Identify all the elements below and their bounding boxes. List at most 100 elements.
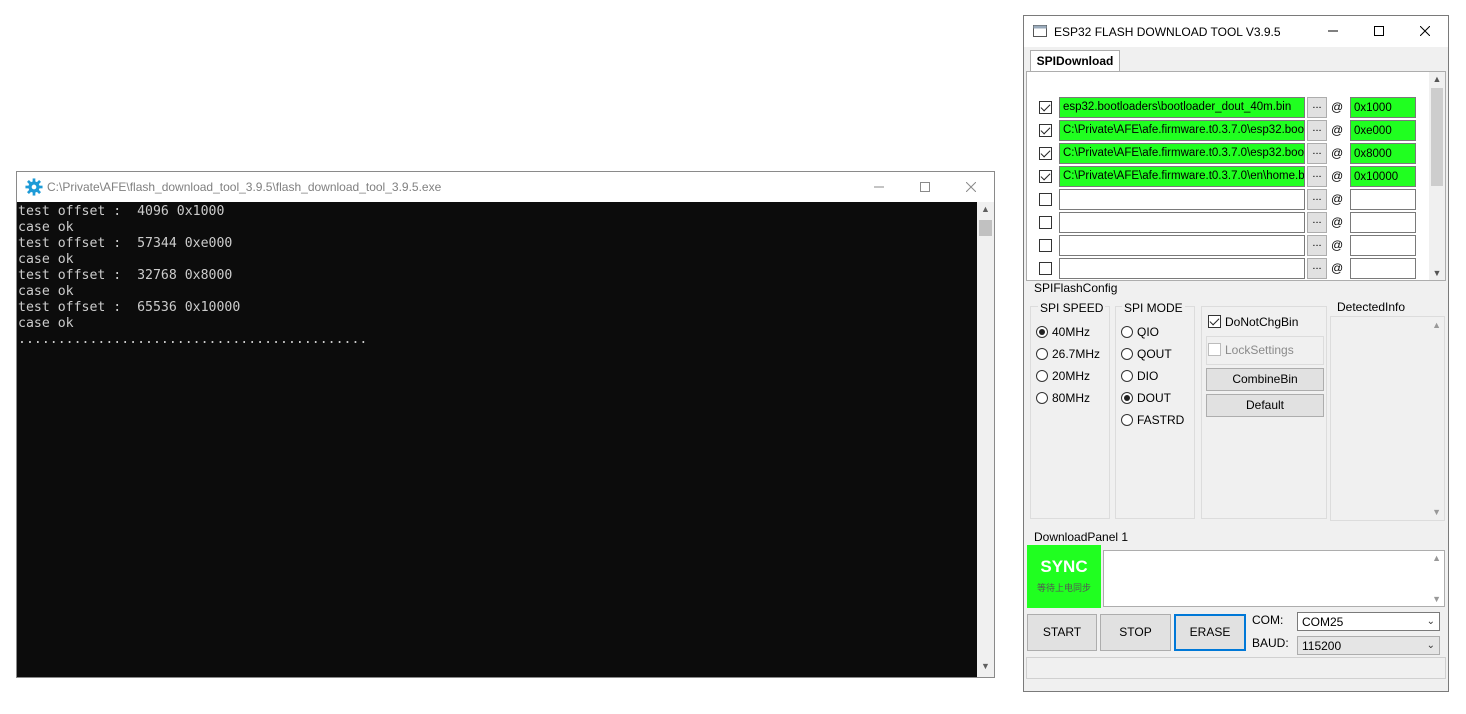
browse-button[interactable]: ... [1307,166,1327,187]
tool-minimize-button[interactable] [1310,16,1356,46]
scroll-up-icon[interactable]: ▲ [1432,553,1441,563]
maximize-button[interactable] [902,172,948,202]
chevron-down-icon: ⌄ [1426,640,1435,651]
combine-bin-button[interactable]: CombineBin [1206,368,1324,391]
console-line: case ok [18,316,74,331]
spi-mode-option-dout[interactable]: DOUT [1121,390,1191,406]
lock-settings-checkbox: LockSettings [1208,342,1318,358]
default-button[interactable]: Default [1206,394,1324,417]
spi-mode-option-qout[interactable]: QOUT [1121,346,1191,362]
spi-mode-option-qio[interactable]: QIO [1121,324,1191,340]
file-path-input[interactable]: C:\Private\AFE\afe.firmware.t0.3.7.0\esp… [1059,120,1305,141]
file-path-input[interactable] [1059,212,1305,233]
sync-title: SYNC [1040,557,1088,576]
console-line: test offset : 57344 0xe000 [18,236,233,251]
esp32-tool-window: ESP32 FLASH DOWNLOAD TOOL V3.9.5 SPIDown… [1023,15,1449,692]
do-not-chg-bin-checkbox[interactable]: DoNotChgBin [1208,314,1324,330]
file-path-input[interactable]: C:\Private\AFE\afe.firmware.t0.3.7.0\esp… [1059,143,1305,164]
at-label: @ [1331,123,1344,137]
scroll-up-icon[interactable]: ▲ [977,204,994,218]
file-list-scrollbar[interactable]: ▲ ▼ [1429,72,1445,280]
scroll-thumb[interactable] [1431,88,1443,186]
scroll-up-icon[interactable]: ▲ [1429,74,1445,84]
start-button[interactable]: START [1027,614,1097,651]
console-line: case ok [18,252,74,267]
radio [1121,370,1133,382]
browse-button[interactable]: ... [1307,258,1327,279]
file-path-input[interactable] [1059,235,1305,256]
browse-button[interactable]: ... [1307,212,1327,233]
browse-button[interactable]: ... [1307,120,1327,141]
at-label: @ [1331,192,1344,206]
download-panel-label: DownloadPanel 1 [1034,530,1129,544]
radio [1121,326,1133,338]
close-button[interactable] [948,172,994,202]
offset-input[interactable] [1350,212,1416,233]
radio-selected [1121,392,1133,404]
console-scrollbar[interactable]: ▲ ▼ [977,202,994,677]
offset-input[interactable]: 0x1000 [1350,97,1416,118]
file-enable-checkbox[interactable] [1039,239,1052,252]
scroll-down-icon[interactable]: ▼ [1432,594,1441,604]
spi-mode-option-dio[interactable]: DIO [1121,368,1191,384]
offset-input[interactable]: 0x10000 [1350,166,1416,187]
file-path-input[interactable] [1059,258,1305,279]
console-line: test offset : 32768 0x8000 [18,268,233,283]
radio [1036,370,1048,382]
console-line: case ok [18,220,74,235]
scroll-down-icon[interactable]: ▼ [1432,507,1441,517]
browse-button[interactable]: ... [1307,143,1327,164]
offset-input[interactable] [1350,189,1416,210]
offset-input[interactable]: 0x8000 [1350,143,1416,164]
radio [1036,348,1048,360]
download-log-box[interactable]: ▲ ▼ [1103,550,1445,607]
radio [1121,348,1133,360]
tool-titlebar[interactable]: ESP32 FLASH DOWNLOAD TOOL V3.9.5 [1024,16,1448,47]
com-label: COM: [1252,613,1284,627]
spi-speed-option-26mhz[interactable]: 26.7MHz [1036,346,1106,362]
file-enable-checkbox[interactable] [1039,124,1052,137]
stop-button[interactable]: STOP [1100,614,1171,651]
minimize-button[interactable] [856,172,902,202]
spi-speed-option-40mhz[interactable]: 40MHz [1036,324,1106,340]
erase-button[interactable]: ERASE [1174,614,1246,651]
checkbox-disabled [1208,343,1221,356]
tool-maximize-button[interactable] [1356,16,1402,46]
scroll-up-icon[interactable]: ▲ [1432,320,1441,330]
tab-spidownload[interactable]: SPIDownload [1030,50,1120,71]
file-row: ... @ [1037,189,1432,211]
browse-button[interactable]: ... [1307,189,1327,210]
scroll-down-icon[interactable]: ▼ [1429,268,1445,278]
file-path-input[interactable]: esp32.bootloaders\bootloader_dout_40m.bi… [1059,97,1305,118]
tool-close-button[interactable] [1402,16,1448,46]
file-enable-checkbox[interactable] [1039,101,1052,114]
file-enable-checkbox[interactable] [1039,262,1052,275]
browse-button[interactable]: ... [1307,235,1327,256]
file-path-input[interactable] [1059,189,1305,210]
spi-speed-option-80mhz[interactable]: 80MHz [1036,390,1106,406]
offset-input[interactable]: 0xe000 [1350,120,1416,141]
console-titlebar[interactable]: C:\Private\AFE\flash_download_tool_3.9.5… [17,172,994,202]
maximize-icon [920,182,930,192]
spi-mode-option-fastrd[interactable]: FASTRD [1121,412,1191,428]
file-enable-checkbox[interactable] [1039,170,1052,183]
radio-selected [1036,326,1048,338]
scroll-down-icon[interactable]: ▼ [977,661,994,675]
spi-speed-option-20mhz[interactable]: 20MHz [1036,368,1106,384]
file-path-input[interactable]: C:\Private\AFE\afe.firmware.t0.3.7.0\en\… [1059,166,1305,187]
scroll-thumb[interactable] [979,220,992,236]
file-row: C:\Private\AFE\afe.firmware.t0.3.7.0\en\… [1037,166,1432,188]
chevron-down-icon: ⌄ [1426,616,1435,627]
offset-input[interactable] [1350,258,1416,279]
at-label: @ [1331,146,1344,160]
flash-config-label: SPIFlashConfig [1034,281,1118,295]
sync-status-indicator: SYNC 等待上电同步 [1027,545,1101,608]
file-enable-checkbox[interactable] [1039,147,1052,160]
com-port-select[interactable]: COM25 ⌄ [1297,612,1440,631]
offset-input[interactable] [1350,235,1416,256]
file-enable-checkbox[interactable] [1039,193,1052,206]
file-enable-checkbox[interactable] [1039,216,1052,229]
browse-button[interactable]: ... [1307,97,1327,118]
baud-rate-select[interactable]: 115200 ⌄ [1297,636,1440,655]
console-output[interactable]: test offset : 4096 0x1000 case ok test off… [17,202,977,677]
